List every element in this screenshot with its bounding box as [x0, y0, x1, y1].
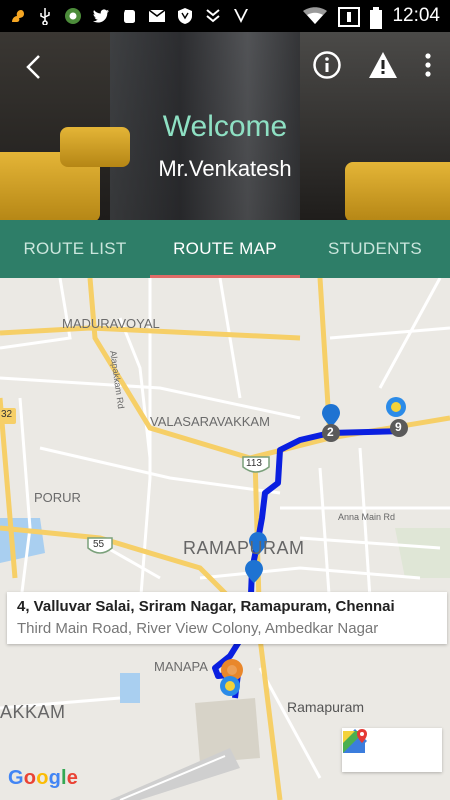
- app-header: Welcome Mr.Venkatesh: [0, 32, 450, 220]
- shield-113: 113: [246, 458, 262, 469]
- info-window-title: 4, Valluvar Salai, Sriram Nagar, Ramapur…: [17, 598, 395, 615]
- open-google-maps-button[interactable]: [343, 728, 442, 772]
- label-anna-main-rd: Anna Main Rd: [338, 512, 396, 522]
- tab-route-list[interactable]: ROUTE LIST: [0, 220, 150, 278]
- green-area: [395, 528, 450, 578]
- label-manapakkam: MANAPA: [154, 659, 208, 674]
- map-toolbar: [342, 728, 442, 772]
- tab-route-map[interactable]: ROUTE MAP: [150, 220, 300, 278]
- battery-icon: [370, 7, 383, 29]
- shield-55: 55: [93, 539, 105, 550]
- tasks-icon: [232, 7, 250, 25]
- route-map[interactable]: MADURAVOYAL Alapakkam Rd VALASARAVAKKAM …: [0, 278, 450, 800]
- runway-area: [110, 748, 240, 800]
- status-bar: 12:04: [0, 0, 450, 32]
- label-akkam: AKKAM: [0, 702, 66, 722]
- label-maduravoyal: MADURAVOYAL: [62, 316, 160, 331]
- user-name: Mr.Venkatesh: [158, 156, 292, 181]
- marker-9-label[interactable]: 9: [395, 420, 402, 434]
- sim-icon: [338, 7, 361, 27]
- label-porur: PORUR: [34, 490, 81, 505]
- pond-small: [120, 673, 140, 703]
- header-actions: [312, 50, 432, 85]
- more-vert-icon[interactable]: [424, 52, 432, 83]
- tab-bar: ROUTE LIST ROUTE MAP STUDENTS: [0, 220, 450, 278]
- label-ramapuram-area: RAMAPURAM: [183, 538, 305, 558]
- google-logo: Google: [8, 767, 79, 789]
- marker-2-label[interactable]: 2: [327, 425, 334, 439]
- info-window-subtitle: Third Main Road, River View Colony, Ambe…: [17, 620, 379, 637]
- wifi-icon: [302, 7, 328, 25]
- twitter-icon: [92, 7, 110, 25]
- info-icon[interactable]: [312, 50, 342, 85]
- tab-students[interactable]: STUDENTS: [300, 220, 450, 278]
- chrome-icon: [64, 7, 82, 25]
- label-valasaravakkam: VALASARAVAKKAM: [150, 414, 270, 429]
- usb-icon: [36, 7, 54, 26]
- warning-icon[interactable]: [368, 51, 398, 84]
- lake-left: [0, 518, 45, 563]
- route-polyline: [212, 428, 406, 699]
- info-window[interactable]: 4, Valluvar Salai, Sriram Nagar, Ramapur…: [7, 592, 447, 644]
- shield-icon: [176, 7, 194, 25]
- back-icon[interactable]: [22, 54, 48, 80]
- shield-32: 32: [1, 409, 13, 420]
- evernote-icon: [120, 7, 138, 25]
- gmail-icon: [148, 7, 166, 25]
- runway-line: [119, 755, 226, 800]
- download-icon: [204, 7, 222, 25]
- squirrel-icon: [8, 7, 26, 25]
- welcome-title: Welcome: [162, 110, 288, 143]
- status-time: 12:04: [392, 5, 440, 26]
- label-ramapuram: Ramapuram: [287, 699, 365, 715]
